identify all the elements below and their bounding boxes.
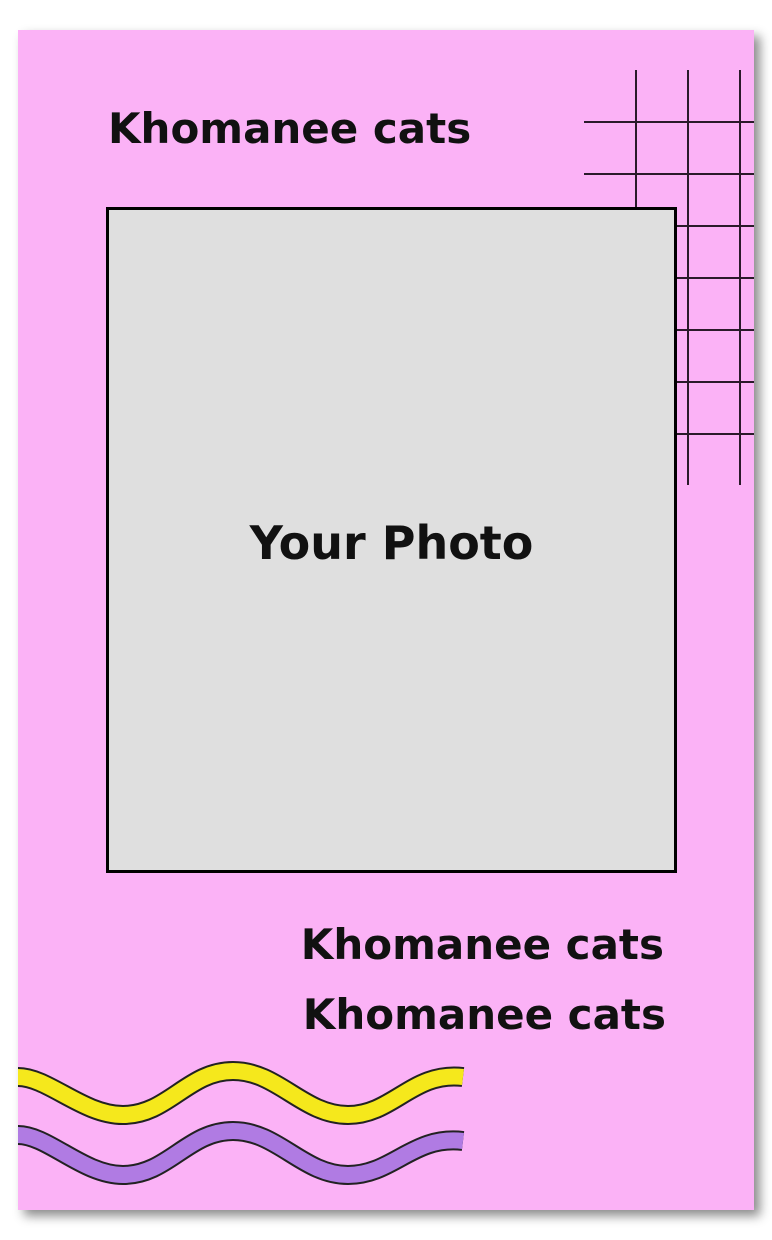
photo-placeholder-label: Your Photo: [249, 516, 534, 570]
photo-placeholder[interactable]: Your Photo: [106, 207, 677, 873]
title-top: Khomanee cats: [108, 104, 472, 153]
title-bottom-1: Khomanee cats: [300, 920, 664, 969]
title-bottom-2: Khomanee cats: [302, 990, 666, 1039]
wave-decoration: [18, 1060, 465, 1186]
poster-card: Khomanee cats Your Photo Khomanee cats K…: [18, 30, 754, 1210]
yellow-wave: [18, 1060, 465, 1126]
purple-wave: [18, 1120, 465, 1186]
